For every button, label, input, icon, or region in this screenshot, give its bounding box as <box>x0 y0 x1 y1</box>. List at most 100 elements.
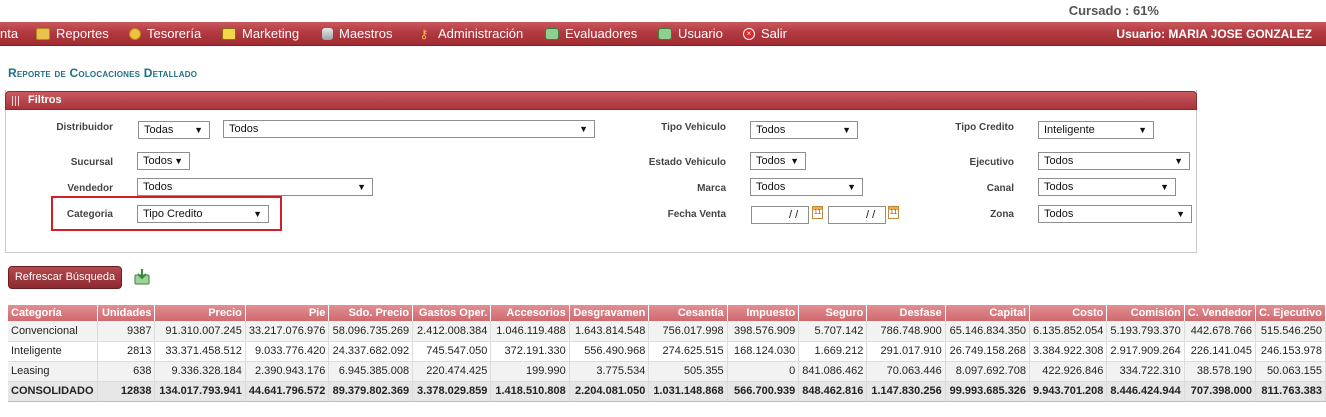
estado-vehiculo-select[interactable]: Todos ▼ <box>750 152 806 170</box>
table-cell: 38.578.190 <box>1184 361 1256 382</box>
marca-select[interactable]: Todos ▼ <box>750 178 863 196</box>
results-table: Categoría Unidades Precio Pie Sdo. Preci… <box>8 305 1326 402</box>
col-header[interactable]: Costo <box>1029 305 1108 321</box>
menu-item-administracion[interactable]: ⚷ Administración <box>416 26 524 41</box>
distribuidor-select-value: Todas <box>144 124 174 136</box>
table-cell: 0 <box>727 361 800 382</box>
menu-item-venta[interactable]: nta <box>0 26 18 41</box>
col-header[interactable]: Unidades <box>97 305 156 321</box>
col-header[interactable]: Gastos Oper. <box>412 305 492 321</box>
ejecutivo-label: Ejecutivo <box>969 157 1014 168</box>
table-cell: 220.474.425 <box>412 361 492 382</box>
canal-select-value: Todos <box>1044 181 1074 193</box>
menu-item-label: Salir <box>761 26 788 41</box>
table-cell: 44.641.796.572 <box>245 381 330 402</box>
table-cell: 334.722.310 <box>1106 361 1185 382</box>
table-cell: 33.371.458.512 <box>154 341 246 362</box>
col-header[interactable]: Seguro <box>798 305 868 321</box>
table-cell: 168.124.030 <box>727 341 800 362</box>
col-header[interactable]: Accesorios <box>490 305 570 321</box>
ejecutivo-select[interactable]: Todos ▼ <box>1038 152 1190 170</box>
evaluator-icon <box>545 27 559 40</box>
tipo-vehiculo-select[interactable]: Todos ▼ <box>750 121 858 139</box>
table-cell: 99.993.685.326 <box>945 381 1031 402</box>
col-header[interactable]: Desfase <box>866 305 946 321</box>
table-cell: 6.945.385.008 <box>328 361 414 382</box>
col-header[interactable]: Desgravamen <box>569 305 650 321</box>
menu-item-maestros[interactable]: Maestros <box>322 26 392 41</box>
col-header[interactable]: C. Ejecutivo <box>1255 305 1326 321</box>
table-cell: 1.046.119.488 <box>490 321 570 342</box>
col-header[interactable]: Sdo. Precio <box>328 305 414 321</box>
col-header[interactable]: Cesantía <box>648 305 728 321</box>
fecha-hasta-input[interactable]: / / <box>828 206 886 224</box>
menu-item-usuario[interactable]: Usuario <box>658 26 723 41</box>
main-menu-bar: nta Reportes Tesorería Marketing Maestro… <box>0 22 1326 46</box>
table-cell: 811.763.383 <box>1255 381 1326 402</box>
col-header[interactable]: Impuesto <box>727 305 800 321</box>
top-header: Cursado : 61% <box>0 0 1326 22</box>
menu-item-reportes[interactable]: Reportes <box>36 26 109 41</box>
table-cell: 89.379.802.369 <box>328 381 414 402</box>
table-header-row: Categoría Unidades Precio Pie Sdo. Preci… <box>8 305 1326 321</box>
menu-item-tesoreria[interactable]: Tesorería <box>129 26 201 41</box>
col-header[interactable]: Pie <box>245 305 330 321</box>
export-excel-icon[interactable] <box>133 268 151 286</box>
table-cell: 707.398.000 <box>1184 381 1256 402</box>
col-header[interactable]: Capital <box>945 305 1031 321</box>
col-header[interactable]: C. Vendedor <box>1184 305 1256 321</box>
menu-item-evaluadores[interactable]: Evaluadores <box>545 26 637 41</box>
table-cell: 556.490.968 <box>569 341 650 362</box>
table-cell: 134.017.793.941 <box>154 381 246 402</box>
folder-icon <box>36 27 50 40</box>
fecha-desde-value: / / <box>789 209 799 221</box>
zona-select-value: Todos <box>1044 208 1074 220</box>
table-cell: 226.141.045 <box>1184 341 1256 362</box>
page-title: Reporte de Colocaciones Detallado <box>8 66 198 80</box>
table-cell: 2.390.943.176 <box>245 361 330 382</box>
sucursal-label: Sucursal <box>70 157 113 168</box>
table-cell: 2813 <box>97 341 156 362</box>
chevron-down-icon: ▼ <box>357 182 366 192</box>
table-cell: 24.337.682.092 <box>328 341 414 362</box>
calendar-icon[interactable]: 11 <box>812 206 823 219</box>
table-total-row: CONSOLIDADO 12838 134.017.793.941 44.641.79… <box>8 381 1326 402</box>
table-cell: 6.135.852.054 <box>1029 321 1108 342</box>
vendedor-select[interactable]: Todos ▼ <box>137 178 373 196</box>
table-cell: 1.669.212 <box>798 341 868 362</box>
col-header[interactable]: Comisión <box>1106 305 1185 321</box>
zona-select[interactable]: Todos ▼ <box>1038 205 1192 223</box>
col-header[interactable]: Precio <box>154 305 246 321</box>
distribuidor-detail-select[interactable]: Todos ▼ <box>223 120 595 138</box>
table-cell: 12838 <box>97 381 156 402</box>
menu-item-label: Maestros <box>339 26 393 41</box>
canal-select[interactable]: Todos ▼ <box>1038 178 1176 196</box>
table-cell: 5.707.142 <box>798 321 868 342</box>
exit-icon: × <box>743 27 755 40</box>
table-cell: 246.153.978 <box>1255 341 1326 362</box>
fecha-desde-input[interactable]: / / <box>751 206 809 224</box>
menu-item-label: Tesorería <box>147 26 202 41</box>
table-cell: 5.193.793.370 <box>1106 321 1185 342</box>
sucursal-select[interactable]: Todos ▼ <box>137 152 190 170</box>
menu-item-marketing[interactable]: Marketing <box>222 26 299 41</box>
table-cell: 566.700.939 <box>727 381 800 402</box>
distribuidor-select[interactable]: Todas ▼ <box>138 121 210 139</box>
estado-vehiculo-label: Estado Vehiculo <box>648 157 726 168</box>
table-cell: 9387 <box>97 321 156 342</box>
tipo-credito-select-value: Inteligente <box>1044 124 1095 136</box>
filters-panel-header[interactable]: Filtros <box>5 91 1197 110</box>
chevron-down-icon: ▼ <box>174 156 183 166</box>
refresh-search-button[interactable]: Refrescar Búsqueda <box>8 266 122 289</box>
distribuidor-detail-value: Todos <box>229 123 259 135</box>
calendar-icon[interactable]: 11 <box>888 206 899 219</box>
table-cell: 291.017.910 <box>866 341 946 362</box>
col-header[interactable]: Categoría <box>8 305 98 321</box>
menu-item-label: Administración <box>438 26 524 41</box>
tipo-credito-select[interactable]: Inteligente ▼ <box>1038 121 1154 139</box>
table-cell: 515.546.250 <box>1255 321 1326 342</box>
chevron-down-icon: ▼ <box>1160 182 1169 192</box>
menu-item-salir[interactable]: × Salir <box>743 26 787 41</box>
table-cell: 8.446.424.944 <box>1106 381 1185 402</box>
marca-select-value: Todos <box>756 181 786 193</box>
